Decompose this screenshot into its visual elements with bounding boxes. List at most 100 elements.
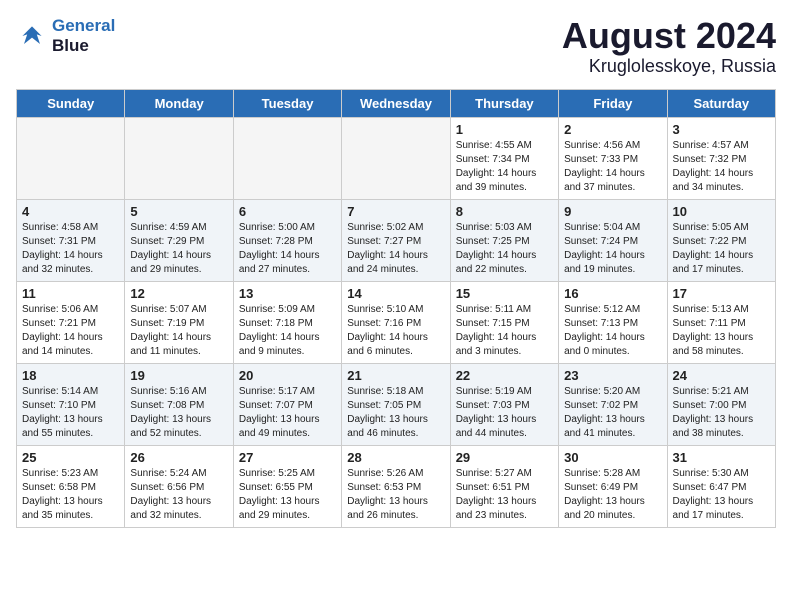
calendar-cell: 6 Sunrise: 5:00 AMSunset: 7:28 PMDaylight… [233,199,341,281]
day-number: 1 [456,122,553,137]
day-number: 24 [673,368,770,383]
day-number: 27 [239,450,336,465]
day-info: Sunrise: 5:06 AMSunset: 7:21 PMDaylight:… [22,303,119,359]
day-info: Sunrise: 4:58 AMSunset: 7:31 PMDaylight:… [22,221,119,277]
day-number: 5 [130,204,227,219]
calendar-cell: 15Sunrise: 5:11 AMSunset: 7:15 PMDayligh… [450,281,558,363]
logo: General Blue [16,16,115,56]
calendar-cell: 22 Sunrise: 5:19 AMSunset: 7:03 PMDayligh… [450,363,558,445]
day-info: Sunrise: 5:24 AMSunset: 6:56 PMDaylight:… [130,467,227,523]
header-row: SundayMondayTuesdayWednesdayThursdayFrid… [17,89,776,117]
day-info: Sunrise: 5:19 AMSunset: 7:03 PMDaylight:… [456,385,553,441]
day-info: Sunrise: 5:11 AMSunset: 7:15 PMDaylight:… [456,303,553,359]
day-info: Sunrise: 5:10 AMSunset: 7:16 PMDaylight:… [347,303,444,359]
calendar-cell [17,117,125,199]
calendar-week-row: 18 Sunrise: 5:14 AMSunset: 7:10 PMDayligh… [17,363,776,445]
calendar-header: SundayMondayTuesdayWednesdayThursdayFrid… [17,89,776,117]
day-number: 7 [347,204,444,219]
day-number: 6 [239,204,336,219]
day-info: Sunrise: 5:25 AMSunset: 6:55 PMDaylight:… [239,467,336,523]
day-info: Sunrise: 5:14 AMSunset: 7:10 PMDaylight:… [22,385,119,441]
calendar-cell: 13 Sunrise: 5:09 AMSunset: 7:18 PMDayligh… [233,281,341,363]
day-number: 28 [347,450,444,465]
day-info: Sunrise: 5:30 AMSunset: 6:47 PMDaylight:… [673,467,770,523]
day-number: 12 [130,286,227,301]
calendar-week-row: 11 Sunrise: 5:06 AMSunset: 7:21 PMDayligh… [17,281,776,363]
day-info: Sunrise: 5:04 AMSunset: 7:24 PMDaylight:… [564,221,661,277]
calendar-cell: 30 Sunrise: 5:28 AMSunset: 6:49 PMDayligh… [559,445,667,527]
weekday-header: Saturday [667,89,775,117]
weekday-header: Wednesday [342,89,450,117]
day-number: 9 [564,204,661,219]
calendar-cell [342,117,450,199]
calendar-week-row: 25 Sunrise: 5:23 AMSunset: 6:58 PMDayligh… [17,445,776,527]
calendar-cell: 9 Sunrise: 5:04 AMSunset: 7:24 PMDaylight… [559,199,667,281]
day-info: Sunrise: 4:56 AMSunset: 7:33 PMDaylight:… [564,139,661,195]
calendar-cell: 2 Sunrise: 4:56 AMSunset: 7:33 PMDaylight… [559,117,667,199]
day-number: 4 [22,204,119,219]
calendar-cell: 26Sunrise: 5:24 AMSunset: 6:56 PMDayligh… [125,445,233,527]
page-header: General Blue August 2024 Kruglolesskoye,… [16,16,776,77]
calendar-cell: 20 Sunrise: 5:17 AMSunset: 7:07 PMDayligh… [233,363,341,445]
weekday-header: Monday [125,89,233,117]
day-number: 29 [456,450,553,465]
page-subtitle: Kruglolesskoye, Russia [562,56,776,77]
day-number: 13 [239,286,336,301]
day-info: Sunrise: 5:03 AMSunset: 7:25 PMDaylight:… [456,221,553,277]
calendar-cell: 29 Sunrise: 5:27 AMSunset: 6:51 PMDayligh… [450,445,558,527]
calendar-week-row: 4 Sunrise: 4:58 AMSunset: 7:31 PMDaylight… [17,199,776,281]
day-info: Sunrise: 5:23 AMSunset: 6:58 PMDaylight:… [22,467,119,523]
calendar-cell: 18 Sunrise: 5:14 AMSunset: 7:10 PMDayligh… [17,363,125,445]
day-info: Sunrise: 4:55 AMSunset: 7:34 PMDaylight:… [456,139,553,195]
day-number: 20 [239,368,336,383]
calendar-cell: 28 Sunrise: 5:26 AMSunset: 6:53 PMDayligh… [342,445,450,527]
day-number: 14 [347,286,444,301]
day-info: Sunrise: 5:28 AMSunset: 6:49 PMDaylight:… [564,467,661,523]
calendar-cell: 14 Sunrise: 5:10 AMSunset: 7:16 PMDayligh… [342,281,450,363]
calendar-cell [125,117,233,199]
day-info: Sunrise: 4:57 AMSunset: 7:32 PMDaylight:… [673,139,770,195]
day-number: 23 [564,368,661,383]
day-number: 16 [564,286,661,301]
calendar-cell: 27 Sunrise: 5:25 AMSunset: 6:55 PMDayligh… [233,445,341,527]
calendar-cell [233,117,341,199]
day-info: Sunrise: 5:16 AMSunset: 7:08 PMDaylight:… [130,385,227,441]
calendar-cell: 16 Sunrise: 5:12 AMSunset: 7:13 PMDayligh… [559,281,667,363]
day-number: 18 [22,368,119,383]
day-number: 19 [130,368,227,383]
day-number: 25 [22,450,119,465]
calendar-body: 1 Sunrise: 4:55 AMSunset: 7:34 PMDaylight… [17,117,776,527]
day-info: Sunrise: 5:18 AMSunset: 7:05 PMDaylight:… [347,385,444,441]
day-number: 2 [564,122,661,137]
day-info: Sunrise: 5:27 AMSunset: 6:51 PMDaylight:… [456,467,553,523]
day-number: 22 [456,368,553,383]
page-title: August 2024 [562,16,776,56]
day-number: 11 [22,286,119,301]
day-info: Sunrise: 5:12 AMSunset: 7:13 PMDaylight:… [564,303,661,359]
day-info: Sunrise: 5:20 AMSunset: 7:02 PMDaylight:… [564,385,661,441]
day-info: Sunrise: 5:09 AMSunset: 7:18 PMDaylight:… [239,303,336,359]
day-info: Sunrise: 5:02 AMSunset: 7:27 PMDaylight:… [347,221,444,277]
calendar-cell: 23 Sunrise: 5:20 AMSunset: 7:02 PMDayligh… [559,363,667,445]
calendar-cell: 10Sunrise: 5:05 AMSunset: 7:22 PMDayligh… [667,199,775,281]
calendar-cell: 8Sunrise: 5:03 AMSunset: 7:25 PMDaylight… [450,199,558,281]
calendar-week-row: 1 Sunrise: 4:55 AMSunset: 7:34 PMDaylight… [17,117,776,199]
day-number: 17 [673,286,770,301]
day-info: Sunrise: 5:00 AMSunset: 7:28 PMDaylight:… [239,221,336,277]
day-number: 3 [673,122,770,137]
day-number: 30 [564,450,661,465]
title-block: August 2024 Kruglolesskoye, Russia [562,16,776,77]
weekday-header: Sunday [17,89,125,117]
day-info: Sunrise: 5:07 AMSunset: 7:19 PMDaylight:… [130,303,227,359]
day-info: Sunrise: 5:26 AMSunset: 6:53 PMDaylight:… [347,467,444,523]
weekday-header: Thursday [450,89,558,117]
calendar-cell: 17Sunrise: 5:13 AMSunset: 7:11 PMDayligh… [667,281,775,363]
day-number: 31 [673,450,770,465]
calendar-cell: 25 Sunrise: 5:23 AMSunset: 6:58 PMDayligh… [17,445,125,527]
weekday-header: Tuesday [233,89,341,117]
day-info: Sunrise: 5:17 AMSunset: 7:07 PMDaylight:… [239,385,336,441]
calendar-table: SundayMondayTuesdayWednesdayThursdayFrid… [16,89,776,528]
calendar-cell: 1 Sunrise: 4:55 AMSunset: 7:34 PMDaylight… [450,117,558,199]
calendar-cell: 31 Sunrise: 5:30 AMSunset: 6:47 PMDayligh… [667,445,775,527]
day-number: 10 [673,204,770,219]
